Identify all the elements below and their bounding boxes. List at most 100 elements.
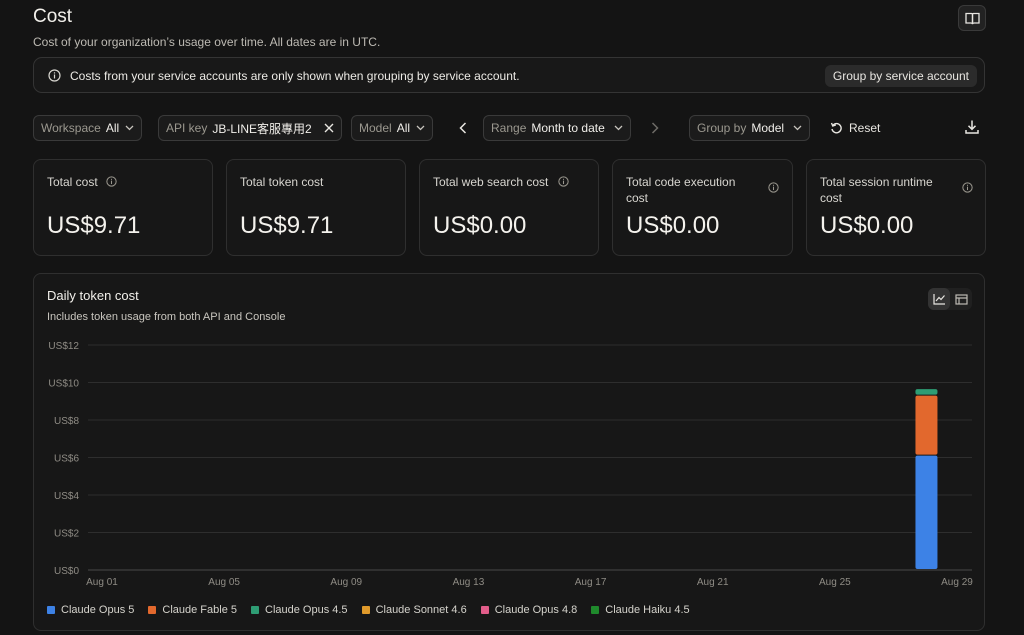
total-code-execution-cost-card: Total code execution cost US$0.00 (612, 159, 793, 256)
range-filter-label: Range (491, 121, 527, 135)
y-tick-label: US$4 (54, 491, 79, 502)
model-filter-value: All (396, 121, 411, 135)
api-key-filter-label: API key (166, 121, 208, 135)
card-value: US$0.00 (820, 212, 914, 239)
legend-label: Claude Fable 5 (162, 604, 237, 616)
legend-label: Claude Opus 5 (61, 604, 135, 616)
clear-x-icon[interactable] (324, 123, 334, 133)
card-label: Total cost (47, 175, 98, 189)
x-tick-label: Aug 05 (208, 577, 240, 588)
download-icon (965, 120, 979, 134)
total-token-cost-card: Total token cost US$9.71 (226, 159, 406, 256)
y-tick-label: US$0 (54, 566, 79, 577)
download-button[interactable] (964, 119, 982, 137)
info-icon[interactable] (962, 182, 973, 193)
legend-item[interactable]: Claude Opus 5 (47, 604, 134, 616)
model-filter[interactable]: Model All (351, 115, 434, 141)
info-icon[interactable] (558, 176, 569, 187)
legend-item[interactable]: Claude Opus 4.5 (251, 604, 348, 616)
bar-segment (915, 389, 938, 395)
info-icon[interactable] (768, 182, 779, 193)
card-label: Total web search cost (433, 175, 549, 189)
group-by-filter-label: Group by (697, 121, 747, 135)
card-value: US$9.71 (47, 212, 141, 239)
reset-button[interactable]: Reset (830, 118, 880, 138)
info-icon (48, 69, 61, 82)
total-cost-card: Total cost US$9.71 (33, 159, 213, 256)
legend-label: Claude Haiku 4.5 (605, 604, 690, 616)
chart-view-toggle (928, 288, 972, 310)
legend-label: Claude Opus 4.8 (494, 604, 578, 616)
chart-view-button[interactable] (928, 288, 950, 310)
y-tick-label: US$6 (54, 454, 79, 465)
legend-swatch (251, 606, 259, 614)
card-value: US$0.00 (433, 212, 527, 239)
line-chart-icon (932, 294, 945, 305)
table-view-button[interactable] (950, 288, 972, 310)
workspace-filter[interactable]: Workspace All (33, 115, 143, 141)
y-tick-label: US$12 (48, 341, 79, 352)
chart-legend: Claude Opus 5 Claude Fable 5 Claude Opus 4… (47, 604, 690, 616)
api-key-filter[interactable]: API key JB-LINE客服專用2 (158, 115, 342, 141)
chevron-left-icon (459, 122, 467, 134)
chevron-down-icon (793, 125, 802, 131)
x-tick-label: Aug 13 (453, 577, 485, 588)
page-title: Cost (33, 6, 73, 27)
chart-title: Daily token cost (47, 288, 139, 303)
x-tick-label: Aug 25 (819, 577, 851, 588)
total-session-runtime-cost-card: Total session runtime cost US$0.00 (806, 159, 986, 256)
docs-button[interactable] (958, 5, 986, 31)
legend-swatch (480, 606, 489, 614)
reset-label: Reset (849, 121, 881, 135)
workspace-filter-value: All (105, 121, 120, 135)
page-subtitle: Cost of your organization’s usage over t… (33, 35, 381, 49)
reset-icon (830, 122, 842, 133)
next-range-button[interactable] (647, 118, 663, 138)
card-label: Total session runtime cost (820, 175, 933, 205)
book-icon (964, 12, 980, 24)
daily-token-cost-panel: Daily token cost Includes token usage fr… (33, 273, 985, 631)
y-tick-label: US$2 (54, 529, 79, 540)
card-value: US$0.00 (626, 212, 720, 239)
legend-item[interactable]: Claude Opus 4.8 (480, 604, 578, 616)
api-key-filter-value: JB-LINE客服專用2 (212, 121, 312, 136)
chart-subtitle: Includes token usage from both API and C… (47, 311, 286, 323)
card-value: US$9.71 (240, 212, 334, 239)
x-tick-label: Aug 29 (941, 577, 973, 588)
group-by-filter-value: Model (751, 121, 785, 135)
x-tick-label: Aug 01 (86, 577, 118, 588)
chevron-down-icon (125, 125, 134, 131)
table-icon (954, 293, 968, 305)
y-tick-label: US$8 (54, 416, 79, 427)
card-label: Total code execution cost (626, 175, 736, 205)
chevron-right-icon (651, 122, 659, 134)
chevron-down-icon (614, 125, 623, 131)
legend-swatch (361, 606, 370, 614)
legend-label: Claude Sonnet 4.6 (375, 604, 467, 616)
legend-item[interactable]: Claude Haiku 4.5 (591, 604, 690, 616)
group-by-filter[interactable]: Group by Model (689, 115, 811, 141)
info-icon[interactable] (106, 176, 117, 187)
chevron-down-icon (416, 125, 425, 131)
legend-swatch (148, 606, 157, 614)
range-filter[interactable]: Range Month to date (483, 115, 631, 141)
legend-label: Claude Opus 4.5 (265, 604, 348, 616)
range-filter-value: Month to date (531, 121, 605, 135)
workspace-filter-label: Workspace (41, 121, 101, 135)
legend-swatch (47, 606, 55, 614)
model-filter-label: Model (359, 121, 392, 135)
daily-token-cost-chart: US$0 US$2 US$4 US$6 US$8 US$10 US$12 Aug 01 Aug … (48, 341, 973, 588)
x-tick-label: Aug 21 (697, 577, 729, 588)
group-by-service-account-button[interactable]: Group by service account (824, 65, 977, 87)
card-label: Total token cost (240, 175, 324, 189)
x-tick-label: Aug 09 (330, 577, 362, 588)
legend-item[interactable]: Claude Sonnet 4.6 (361, 604, 467, 616)
total-web-search-cost-card: Total web search cost US$0.00 (419, 159, 599, 256)
bar-segment (915, 395, 938, 455)
notice-text: Costs from your service accounts are onl… (70, 69, 520, 83)
legend-item[interactable]: Claude Fable 5 (148, 604, 237, 616)
previous-range-button[interactable] (455, 118, 471, 138)
y-tick-label: US$10 (48, 379, 79, 390)
legend-swatch (591, 606, 600, 614)
service-account-notice: Costs from your service accounts are onl… (33, 57, 985, 93)
